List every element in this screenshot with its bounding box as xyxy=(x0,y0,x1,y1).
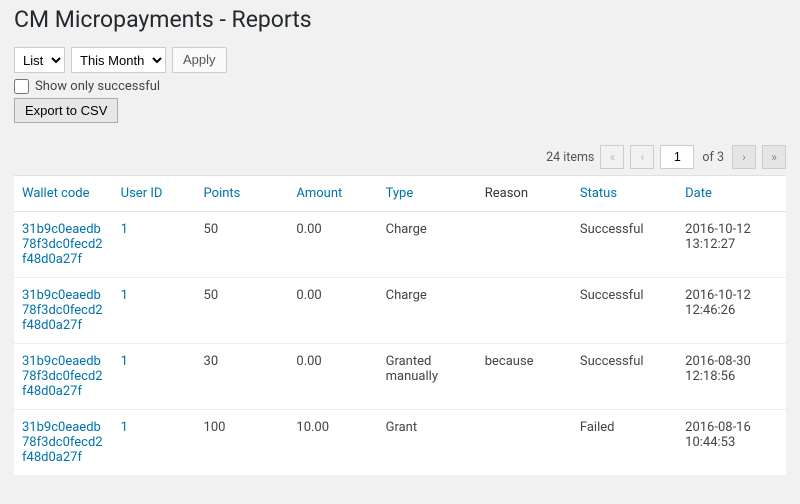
apply-button[interactable]: Apply xyxy=(172,47,227,73)
cell-points: 30 xyxy=(196,344,289,410)
cell-status: Successful xyxy=(572,344,677,410)
wallet-link[interactable]: 31b9c0eaedb78f3dc0fecd2f48d0a27f xyxy=(22,354,103,399)
page-number-input[interactable] xyxy=(660,145,694,169)
col-amount[interactable]: Amount xyxy=(288,176,377,212)
cell-reason xyxy=(477,278,572,344)
table-row: 31b9c0eaedb78f3dc0fecd2f48d0a27f 1 50 0.… xyxy=(14,278,786,344)
wallet-link[interactable]: 31b9c0eaedb78f3dc0fecd2f48d0a27f xyxy=(22,288,103,333)
wallet-link[interactable]: 31b9c0eaedb78f3dc0fecd2f48d0a27f xyxy=(22,420,103,465)
cell-amount: 0.00 xyxy=(288,344,377,410)
page-last-button[interactable]: » xyxy=(762,145,786,169)
col-type[interactable]: Type xyxy=(378,176,477,212)
col-date[interactable]: Date xyxy=(677,176,786,212)
col-wallet[interactable]: Wallet code xyxy=(14,176,113,212)
range-select[interactable]: This Month xyxy=(71,47,166,73)
cell-points: 50 xyxy=(196,212,289,278)
cell-status: Failed xyxy=(572,410,677,476)
user-link[interactable]: 1 xyxy=(121,222,128,237)
user-link[interactable]: 1 xyxy=(121,288,128,303)
col-status[interactable]: Status xyxy=(572,176,677,212)
cell-type: Granted manually xyxy=(378,344,477,410)
view-select[interactable]: List xyxy=(14,47,65,73)
table-row: 31b9c0eaedb78f3dc0fecd2f48d0a27f 1 100 1… xyxy=(14,410,786,476)
cell-date: 2016-10-12 13:12:27 xyxy=(677,212,786,278)
cell-status: Successful xyxy=(572,212,677,278)
wallet-link[interactable]: 31b9c0eaedb78f3dc0fecd2f48d0a27f xyxy=(22,222,103,267)
cell-date: 2016-08-16 10:44:53 xyxy=(677,410,786,476)
cell-amount: 0.00 xyxy=(288,278,377,344)
cell-type: Grant xyxy=(378,410,477,476)
cell-points: 50 xyxy=(196,278,289,344)
reports-table: Wallet code User ID Points Amount Type R… xyxy=(14,175,786,475)
cell-date: 2016-08-30 12:18:56 xyxy=(677,344,786,410)
show-successful-label: Show only successful xyxy=(35,79,160,94)
export-csv-button[interactable]: Export to CSV xyxy=(14,98,118,123)
user-link[interactable]: 1 xyxy=(121,420,128,435)
page-title: CM Micropayments - Reports xyxy=(14,6,786,33)
filter-bar: List This Month Apply xyxy=(14,47,786,73)
cell-amount: 0.00 xyxy=(288,212,377,278)
col-points[interactable]: Points xyxy=(196,176,289,212)
page-prev-button[interactable]: ‹ xyxy=(630,145,654,169)
cell-reason: because xyxy=(477,344,572,410)
cell-amount: 10.00 xyxy=(288,410,377,476)
cell-status: Successful xyxy=(572,278,677,344)
cell-reason xyxy=(477,212,572,278)
user-link[interactable]: 1 xyxy=(121,354,128,369)
col-user[interactable]: User ID xyxy=(113,176,196,212)
item-count: 24 items xyxy=(546,150,594,165)
pagination-bar: 24 items « ‹ of 3 › » xyxy=(14,145,786,169)
cell-date: 2016-10-12 12:46:26 xyxy=(677,278,786,344)
cell-type: Charge xyxy=(378,278,477,344)
cell-reason xyxy=(477,410,572,476)
page-first-button[interactable]: « xyxy=(600,145,624,169)
page-next-button[interactable]: › xyxy=(732,145,756,169)
page-total-label: of 3 xyxy=(700,150,726,165)
show-successful-checkbox[interactable] xyxy=(14,79,29,94)
cell-type: Charge xyxy=(378,212,477,278)
cell-points: 100 xyxy=(196,410,289,476)
table-header-row: Wallet code User ID Points Amount Type R… xyxy=(14,176,786,212)
col-reason: Reason xyxy=(477,176,572,212)
table-row: 31b9c0eaedb78f3dc0fecd2f48d0a27f 1 50 0.… xyxy=(14,212,786,278)
show-successful-row[interactable]: Show only successful xyxy=(14,79,786,94)
table-row: 31b9c0eaedb78f3dc0fecd2f48d0a27f 1 30 0.… xyxy=(14,344,786,410)
